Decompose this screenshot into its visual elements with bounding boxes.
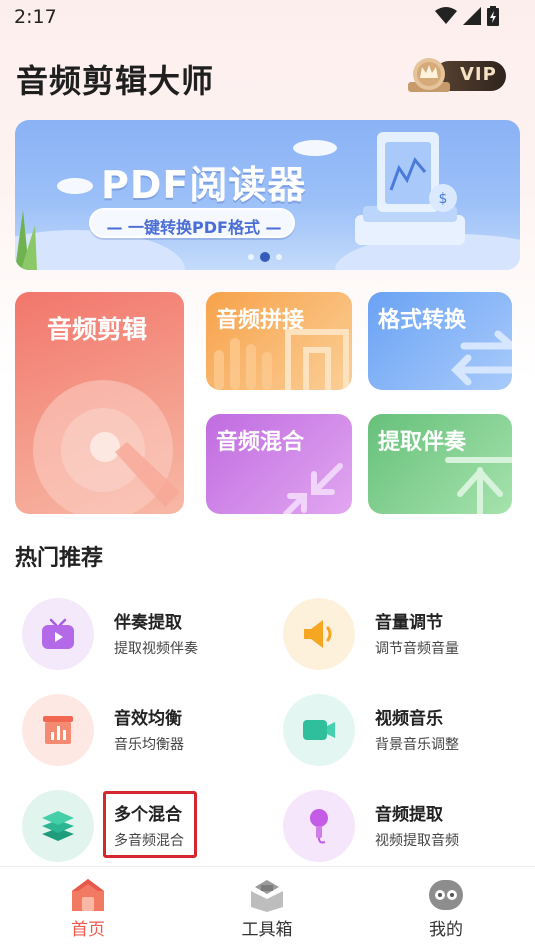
home-icon xyxy=(72,879,104,911)
rec-item-audio-extract[interactable]: 音频提取 视频提取音频 xyxy=(275,786,525,864)
rec-subtitle: 音乐均衡器 xyxy=(114,737,184,753)
promo-banner[interactable]: $ PDF阅读器 — 一键转换PDF格式 — xyxy=(15,120,520,270)
tile-format-convert[interactable]: 格式转换 xyxy=(368,292,512,390)
rec-subtitle: 提取视频伴奏 xyxy=(114,641,198,657)
status-time: 2:17 xyxy=(14,6,57,28)
rec-item-video-music[interactable]: 视频音乐 背景音乐调整 xyxy=(275,690,525,768)
status-bar: 2:17 xyxy=(0,0,535,36)
rec-item-sound-equalizer[interactable]: 音效均衡 音乐均衡器 xyxy=(14,690,264,768)
rec-title: 音效均衡 xyxy=(114,709,182,729)
rec-title: 视频音乐 xyxy=(375,709,443,729)
equalizer-icon xyxy=(43,716,73,744)
section-title-recommend: 热门推荐 xyxy=(15,546,104,571)
carousel-dot-active[interactable] xyxy=(260,252,270,262)
rec-icon-bg xyxy=(22,598,94,670)
vip-label: VIP xyxy=(460,64,497,85)
carousel-dot[interactable] xyxy=(248,254,254,260)
tile-audio-join[interactable]: 音频拼接 xyxy=(206,292,352,390)
tile-label: 音频拼接 xyxy=(216,308,305,333)
signal-icon xyxy=(463,7,481,25)
carousel-dot[interactable] xyxy=(276,254,282,260)
highlight-box xyxy=(103,791,197,858)
nav-profile[interactable]: 我的 xyxy=(396,877,496,947)
tile-extract-accompaniment[interactable]: 提取伴奏 xyxy=(368,414,512,514)
rec-icon-bg xyxy=(22,790,94,862)
rec-title: 伴奏提取 xyxy=(114,613,182,633)
microphone-icon xyxy=(310,809,328,844)
wifi-icon xyxy=(435,7,457,24)
status-icons xyxy=(435,6,499,26)
tile-label: 格式转换 xyxy=(378,308,467,333)
rec-subtitle: 视频提取音频 xyxy=(375,833,459,849)
rec-title: 音频提取 xyxy=(375,805,443,825)
tile-audio-mix[interactable]: 音频混合 xyxy=(206,414,352,514)
tile-label: 音频混合 xyxy=(216,430,305,455)
rec-item-accompaniment-extract[interactable]: 伴奏提取 提取视频伴奏 xyxy=(14,594,264,672)
svg-text:$: $ xyxy=(439,191,448,207)
tile-audio-edit[interactable]: 音频剪辑 xyxy=(15,292,184,514)
banner-subtitle-pill: — 一键转换PDF格式 — xyxy=(89,208,295,238)
bottom-nav: 首页 工具箱 我的 xyxy=(0,866,535,951)
nav-toolbox[interactable]: 工具箱 xyxy=(217,877,317,947)
crown-icon xyxy=(408,58,450,92)
tile-label: 音频剪辑 xyxy=(47,315,148,344)
app-title: 音频剪辑大师 xyxy=(16,62,215,100)
rec-icon-bg xyxy=(283,790,355,862)
tv-play-icon xyxy=(42,618,74,649)
vip-button[interactable]: VIP xyxy=(404,52,508,98)
speaker-icon xyxy=(304,620,332,648)
rec-subtitle: 背景音乐调整 xyxy=(375,737,459,753)
banner-subtitle: — 一键转换PDF格式 — xyxy=(106,218,282,237)
nav-home[interactable]: 首页 xyxy=(38,877,138,947)
carousel-indicator xyxy=(248,252,282,262)
layers-icon xyxy=(42,811,74,841)
toolbox-icon xyxy=(251,880,283,912)
rec-icon-bg xyxy=(283,598,355,670)
rec-subtitle: 调节音频音量 xyxy=(375,641,459,657)
profile-icon xyxy=(429,880,463,910)
video-camera-icon xyxy=(303,720,335,740)
nav-label: 首页 xyxy=(71,920,105,940)
battery-icon xyxy=(487,6,499,26)
rec-item-volume-adjust[interactable]: 音量调节 调节音频音量 xyxy=(275,594,525,672)
banner-title: PDF阅读器 xyxy=(101,163,307,207)
rec-icon-bg xyxy=(22,694,94,766)
rec-title: 音量调节 xyxy=(375,613,443,633)
rec-icon-bg xyxy=(283,694,355,766)
tile-label: 提取伴奏 xyxy=(378,430,467,455)
nav-label: 工具箱 xyxy=(241,920,293,940)
nav-label: 我的 xyxy=(429,920,463,940)
